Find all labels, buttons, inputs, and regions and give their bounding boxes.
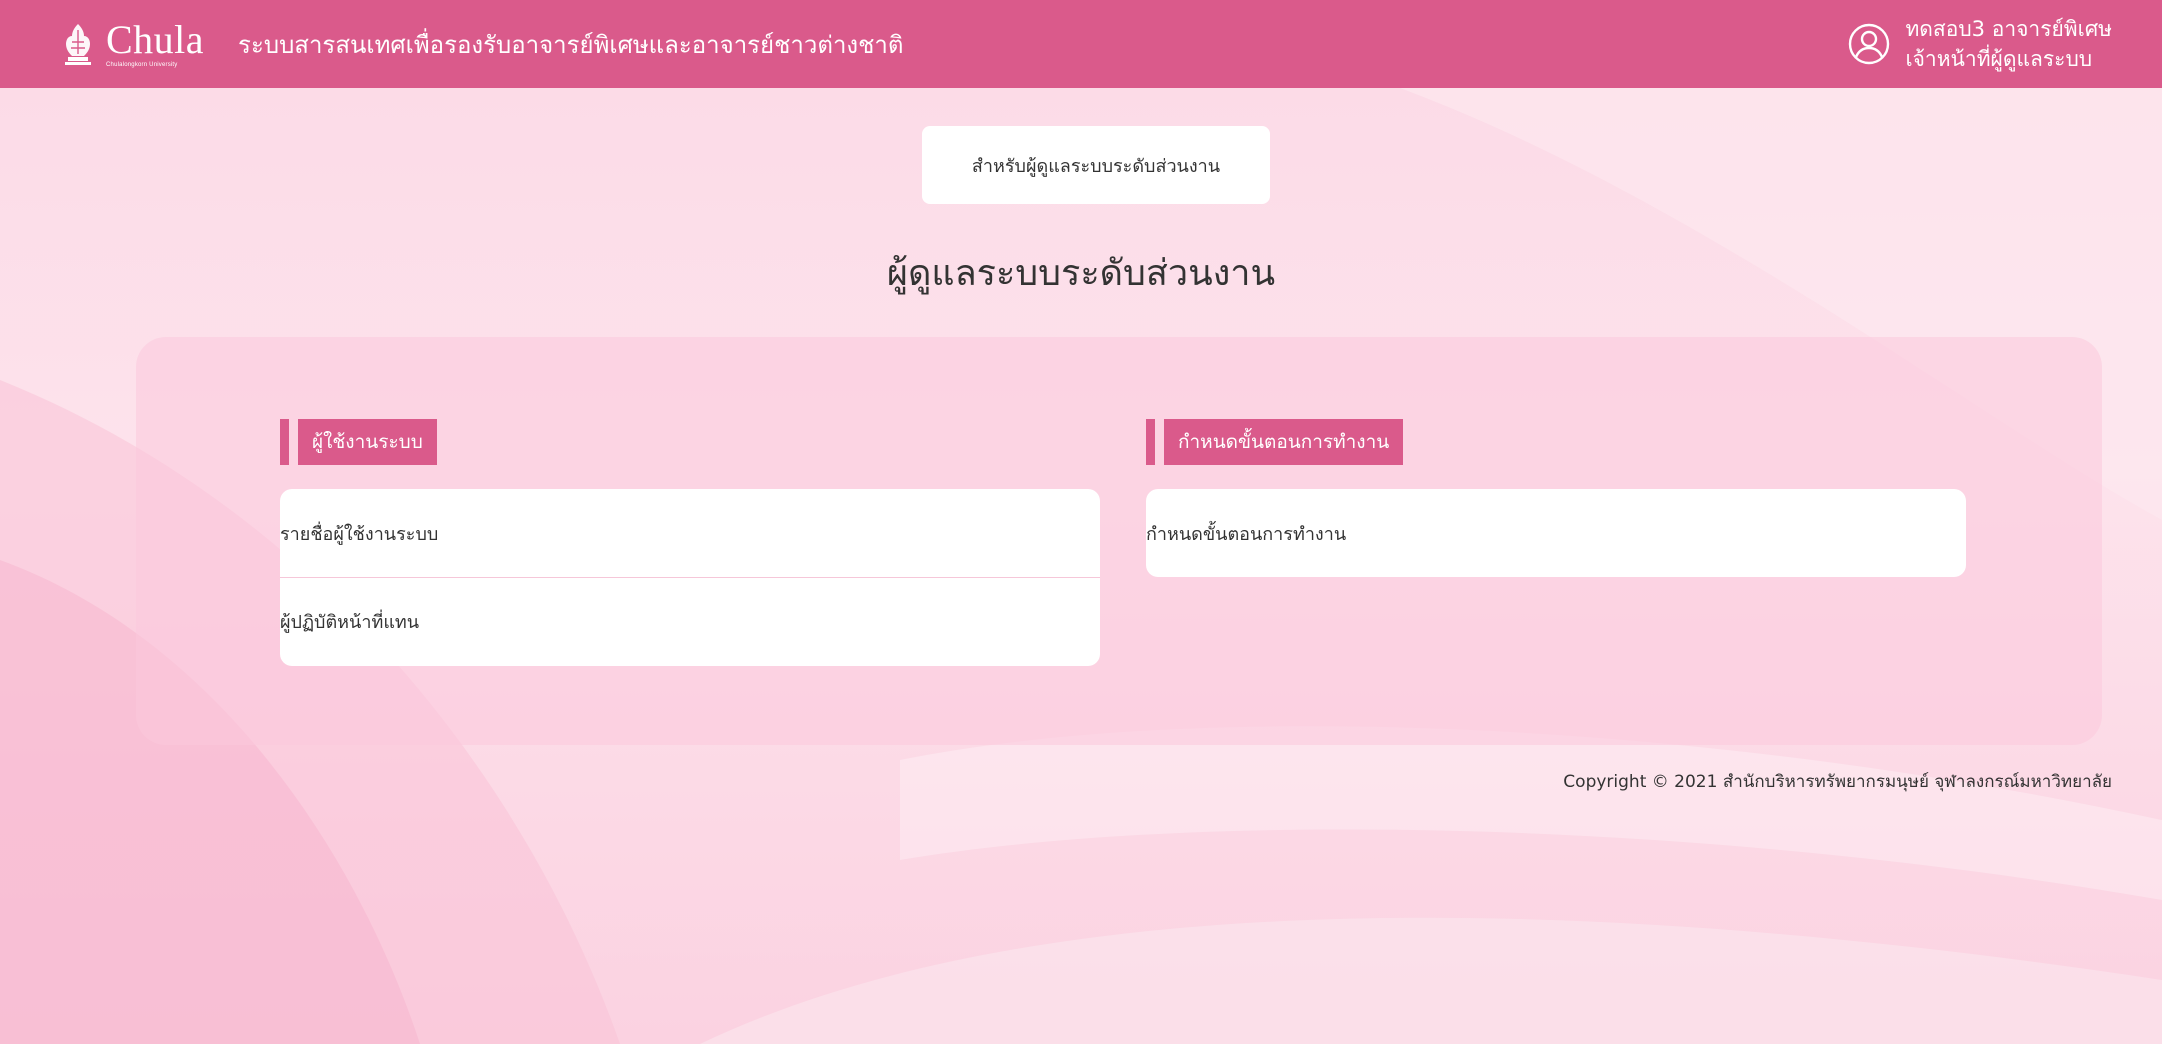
logo-text: Chula Chulalongkorn University — [106, 17, 205, 69]
section-title-workflow: กำหนดขั้นตอนการทำงาน — [1164, 419, 1404, 465]
user-circle-icon — [1849, 23, 1890, 65]
logo-word: Chula — [106, 17, 205, 62]
section-header-users: ผู้ใช้งานระบบ — [280, 419, 437, 465]
section-accent-bar — [1146, 419, 1155, 465]
menu-item-user-list[interactable]: รายชื่อผู้ใช้งานระบบ — [280, 489, 1100, 577]
chula-logo[interactable]: Chula Chulalongkorn University — [60, 20, 204, 68]
menu-item-delegate[interactable]: ผู้ปฏิบัติหน้าที่แทน — [280, 577, 1100, 665]
logo-subtitle: Chulalongkorn University — [106, 62, 178, 68]
section-title-users: ผู้ใช้งานระบบ — [298, 419, 437, 465]
section-header-workflow: กำหนดขั้นตอนการทำงาน — [1146, 419, 1404, 465]
page-title: ผู้ดูแลระบบระดับส่วนงาน — [886, 253, 1276, 294]
menu-item-workflow-label: กำหนดขั้นตอนการทำงาน — [1146, 523, 1347, 545]
card-users: รายชื่อผู้ใช้งานระบบ ผู้ปฏิบัติหน้าที่แท… — [280, 489, 1100, 666]
menu-item-delegate-label: ผู้ปฏิบัติหน้าที่แทน — [280, 612, 420, 633]
user-name: ทดสอบ3 อาจารย์พิเศษ — [1905, 16, 2112, 41]
top-header: Chula Chulalongkorn University ระบบสารสน… — [0, 0, 2162, 88]
section-accent-bar — [280, 419, 289, 465]
tab-admin-level[interactable]: สำหรับผู้ดูแลระบบระดับส่วนงาน — [922, 126, 1270, 204]
copyright-text: Copyright © 2021 สำนักบริหารทรัพยากรมนุษ… — [1563, 772, 2112, 792]
user-role: เจ้าหน้าที่ผู้ดูแลระบบ — [1905, 47, 2093, 71]
menu-item-user-list-label: รายชื่อผู้ใช้งานระบบ — [280, 523, 439, 545]
user-info: ทดสอบ3 อาจารย์พิเศษ เจ้าหน้าที่ผู้ดูแลระ… — [1905, 14, 2112, 75]
chula-emblem-icon — [65, 24, 91, 65]
card-workflow: กำหนดขั้นตอนการทำงาน — [1146, 489, 1966, 577]
user-menu[interactable]: ทดสอบ3 อาจารย์พิเศษ เจ้าหน้าที่ผู้ดูแลระ… — [1847, 14, 2112, 75]
menu-item-workflow[interactable]: กำหนดขั้นตอนการทำงาน — [1146, 489, 1966, 577]
system-title: ระบบสารสนเทศเพื่อรองรับอาจารย์พิเศษและอา… — [238, 30, 904, 59]
